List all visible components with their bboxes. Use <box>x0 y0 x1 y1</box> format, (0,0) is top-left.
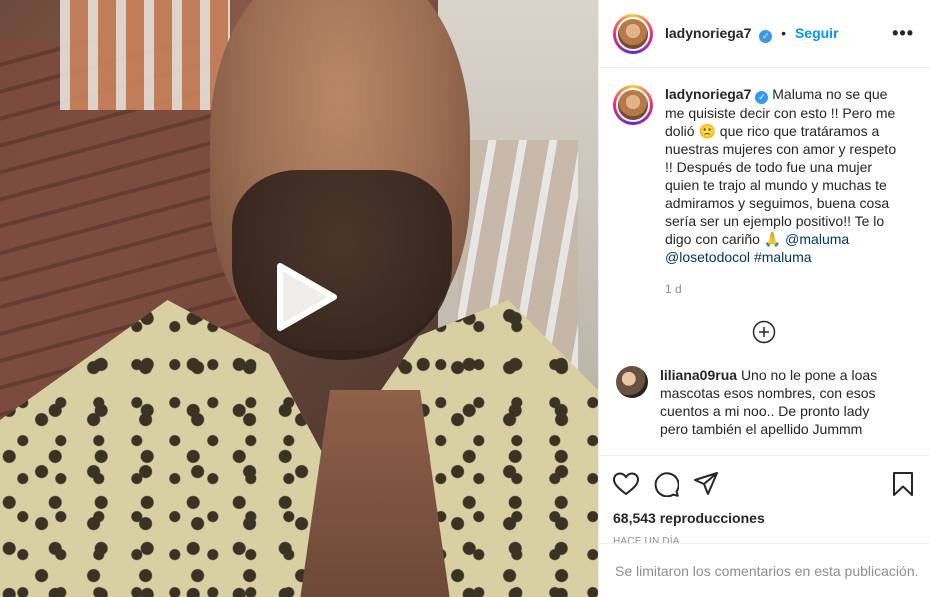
follow-button[interactable]: Seguir <box>795 25 839 41</box>
post-side-panel: ladynoriega7 ✓ • Seguir ••• ladynoriega7… <box>598 0 930 597</box>
caption-text: ladynoriega7 ✓ Maluma no se que me quisis… <box>665 85 905 266</box>
caption-body: Maluma no se que me quisiste decir con e… <box>665 86 897 247</box>
load-more-comments-button[interactable] <box>613 320 914 348</box>
comment-icon[interactable] <box>653 464 693 504</box>
heart-icon[interactable] <box>613 464 653 504</box>
post-actions: 68,543 reproducciones HACE UN DÍA <box>599 455 930 547</box>
bookmark-icon[interactable] <box>874 464 914 504</box>
instagram-post-modal: ladynoriega7 ✓ • Seguir ••• ladynoriega7… <box>0 0 930 597</box>
video-player[interactable] <box>0 0 598 597</box>
background-railing <box>60 0 230 110</box>
more-horizontal-icon[interactable]: ••• <box>892 23 914 44</box>
caption-username[interactable]: ladynoriega7 <box>665 86 751 102</box>
comments-section[interactable]: ladynoriega7 ✓ Maluma no se que me quisis… <box>599 69 930 455</box>
avatar[interactable] <box>613 13 653 54</box>
comment-avatar[interactable] <box>616 366 648 398</box>
verified-badge-icon: ✓ <box>759 29 773 43</box>
caption-timestamp[interactable]: 1 d <box>665 282 905 296</box>
view-count[interactable]: 68,543 reproducciones <box>613 510 914 526</box>
caption-avatar[interactable] <box>613 85 653 125</box>
mention-link[interactable]: @maluma <box>785 231 849 247</box>
comment-item: liliana09rua Uno no le pone a loas masco… <box>613 366 914 438</box>
plus-circle-icon <box>752 320 775 344</box>
comments-limited-notice: Se limitaron los comentarios en esta pub… <box>599 543 930 597</box>
caption: ladynoriega7 ✓ Maluma no se que me quisis… <box>613 85 914 296</box>
separator-dot: • <box>781 24 787 41</box>
header-username[interactable]: ladynoriega7 <box>665 25 751 41</box>
send-icon[interactable] <box>693 464 733 504</box>
mention-link[interactable]: @losetodocol <box>665 249 750 265</box>
comment-username[interactable]: liliana09rua <box>660 367 737 383</box>
person-beard <box>232 170 452 360</box>
post-header: ladynoriega7 ✓ • Seguir ••• <box>599 0 930 68</box>
verified-badge-icon: ✓ <box>755 91 769 104</box>
play-icon[interactable] <box>266 260 340 334</box>
hashtag-link[interactable]: #maluma <box>754 249 812 265</box>
